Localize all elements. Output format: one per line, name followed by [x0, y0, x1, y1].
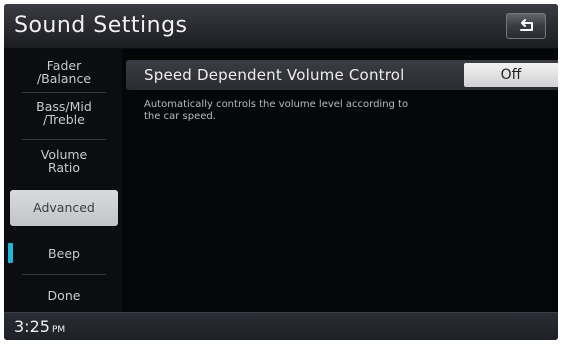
clock: 3:25 PM [14, 317, 65, 340]
back-button[interactable] [506, 13, 546, 39]
sidebar-divider [22, 274, 106, 275]
sidebar-divider [22, 139, 106, 140]
clock-time: 3:25 [14, 317, 50, 336]
sidebar-item-beep[interactable]: Beep [10, 239, 118, 267]
sidebar-item-advanced[interactable]: Advanced [10, 190, 118, 226]
sidebar-item-label: /Balance [36, 71, 92, 86]
sidebar-item-label: /Treble [43, 112, 85, 127]
sidebar-item-bass-mid-treble[interactable]: Bass/Mid /Treble [10, 98, 118, 132]
sidebar-item-label: Ratio [47, 160, 81, 175]
sidebar-menu: Fader /Balance Bass/Mid /Treble Volume R… [4, 49, 122, 312]
speed-dependent-volume-row[interactable]: Speed Dependent Volume Control Off [126, 60, 558, 90]
clock-ampm: PM [51, 325, 66, 335]
sidebar-item-fader-balance[interactable]: Fader /Balance [10, 55, 118, 89]
setting-label: Speed Dependent Volume Control [144, 66, 405, 84]
description-line: the car speed. [144, 111, 216, 122]
back-arrow-icon [520, 19, 533, 31]
sound-settings-screen: Sound Settings Fader /Balance Bass/Mid /… [4, 4, 558, 340]
sidebar-item-label: Done [47, 288, 81, 303]
sidebar-item-done[interactable]: Done [10, 281, 118, 309]
header-bar: Sound Settings [4, 4, 558, 49]
sidebar-item-label: Advanced [33, 200, 95, 215]
sidebar-item-volume-ratio[interactable]: Volume Ratio [10, 144, 118, 178]
sidebar-item-label: Beep [48, 246, 80, 261]
status-bar: 3:25 PM [4, 312, 558, 340]
description-line: Automatically controls the volume level … [144, 99, 409, 110]
setting-description: Automatically controls the volume level … [144, 99, 524, 123]
page-title: Sound Settings [14, 13, 188, 38]
speed-volume-toggle[interactable]: Off [464, 63, 558, 87]
sidebar-divider [22, 92, 106, 93]
